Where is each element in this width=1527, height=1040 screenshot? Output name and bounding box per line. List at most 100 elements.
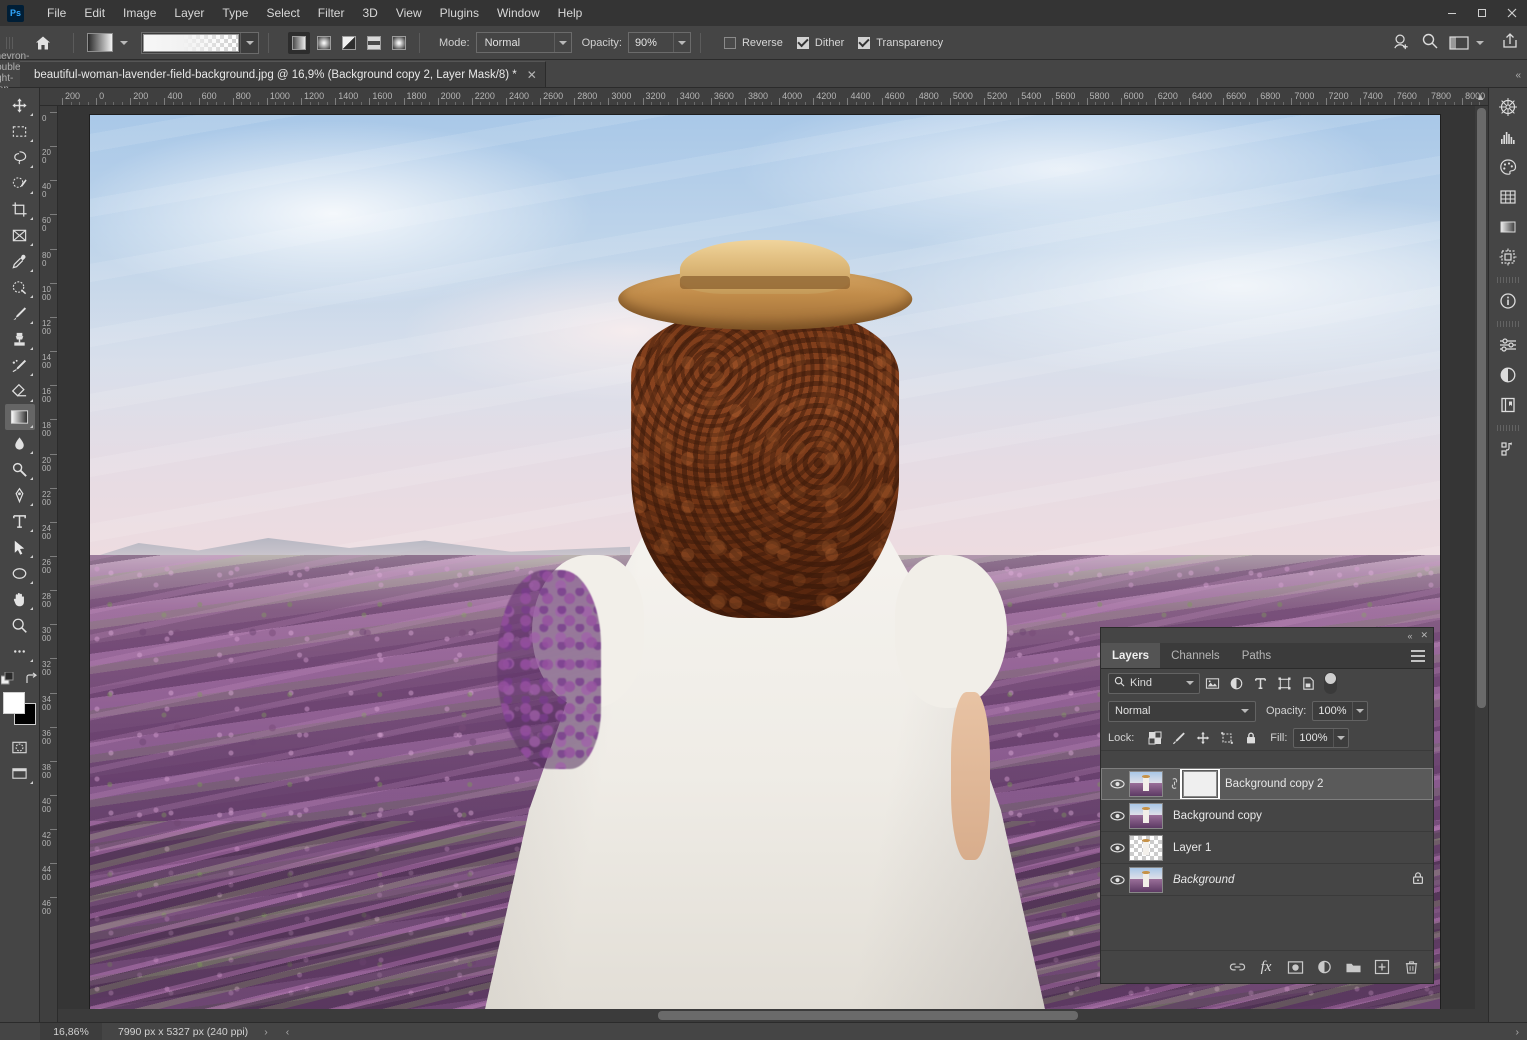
delete-layer-button[interactable] [1401,957,1421,977]
gradient-preview[interactable] [143,33,239,52]
color-swatches[interactable] [2,692,37,726]
layer-visibility-toggle[interactable] [1105,810,1129,822]
menu-file[interactable]: File [38,2,75,24]
vertical-ruler[interactable]: 0 200 400 600 800 1000 1200 1400 1600 1800 2000 220… [40,106,58,1022]
layer-mask-link-icon[interactable] [1168,777,1180,790]
search-icon[interactable] [1421,32,1439,53]
brush-tool[interactable] [5,300,35,326]
lock-artboard-nesting-icon[interactable] [1217,728,1236,747]
eyedropper-tool[interactable] [5,248,35,274]
spot-healing-brush-tool[interactable] [5,274,35,300]
menu-edit[interactable]: Edit [75,2,114,24]
reverse-checkbox[interactable]: Reverse [723,36,783,49]
actions-icon[interactable] [1492,434,1524,464]
chevron-down-icon[interactable] [1351,702,1367,720]
eraser-tool[interactable] [5,378,35,404]
new-layer-button[interactable] [1372,957,1392,977]
menu-type[interactable]: Type [213,2,257,24]
frame-tool[interactable] [5,222,35,248]
add-layer-mask-button[interactable] [1285,957,1305,977]
layer-name[interactable]: Background [1173,874,1412,886]
pixel-layer-filter-icon[interactable] [1200,671,1224,695]
screen-mode-button[interactable] [5,760,35,786]
new-group-button[interactable] [1343,957,1363,977]
panel-menu-icon[interactable] [1411,650,1425,665]
add-layer-style-button[interactable]: fx [1256,957,1276,977]
chevron-down-icon[interactable] [672,33,690,52]
lock-transparent-pixels-icon[interactable] [1145,728,1164,747]
table-row[interactable]: Background [1101,864,1433,896]
filter-enable-toggle[interactable] [1324,672,1337,694]
diamond-gradient-type-button[interactable] [388,32,410,54]
dither-checkbox-box[interactable] [796,36,809,49]
new-adjustment-layer-button[interactable] [1314,957,1334,977]
filter-kind-select[interactable]: Kind [1108,672,1200,694]
dither-checkbox[interactable]: Dither [796,36,844,49]
tab-layers[interactable]: Layers [1101,643,1161,668]
histogram-icon[interactable] [1492,122,1524,152]
layer-thumbnail[interactable] [1129,834,1163,861]
chevron-down-icon[interactable] [553,33,571,52]
table-row[interactable]: Layer 1 [1101,832,1433,864]
menu-image[interactable]: Image [114,2,165,24]
menu-help[interactable]: Help [549,2,592,24]
crop-tool[interactable] [5,196,35,222]
ellipse-tool[interactable] [5,560,35,586]
menu-window[interactable]: Window [488,2,549,24]
history-brush-tool[interactable] [5,352,35,378]
lasso-tool[interactable] [5,144,35,170]
chevron-down-icon[interactable] [1332,728,1348,747]
pen-tool[interactable] [5,482,35,508]
zoom-level[interactable]: 16,86% [40,1022,102,1040]
layer-visibility-toggle[interactable] [1105,842,1129,854]
zoom-tool[interactable] [5,612,35,638]
status-next-arrow[interactable]: › [1516,1026,1520,1038]
layer-opacity-input[interactable]: 100% [1312,701,1368,721]
menu-plugins[interactable]: Plugins [431,2,488,24]
layer-blend-mode-select[interactable]: Normal [1108,700,1256,722]
workspace-switcher[interactable] [1449,35,1491,51]
lock-position-icon[interactable] [1193,728,1212,747]
layer-fill-input[interactable]: 100% [1293,727,1349,748]
shapes-icon[interactable] [1492,242,1524,272]
opacity-input[interactable]: 90% [627,32,691,53]
swatches-palette-icon[interactable] [1492,152,1524,182]
lock-image-pixels-icon[interactable] [1169,728,1188,747]
transparency-checkbox[interactable]: Transparency [858,36,943,49]
layer-thumbnail[interactable] [1129,802,1163,829]
chevron-down-icon[interactable] [1241,709,1249,713]
lock-all-icon[interactable] [1241,728,1260,747]
angle-gradient-type-button[interactable] [338,32,360,54]
minimize-button[interactable] [1437,0,1467,26]
layer-name[interactable]: Background copy 2 [1225,778,1433,790]
type-layer-filter-icon[interactable] [1248,671,1272,695]
smart-object-filter-icon[interactable] [1296,671,1320,695]
quick-mask-button[interactable] [5,734,35,760]
close-icon[interactable]: ✕ [527,68,537,82]
close-button[interactable] [1497,0,1527,26]
foreground-color-swatch[interactable] [2,692,25,714]
vertical-scroll-thumb[interactable] [1477,108,1486,708]
status-prev-arrow[interactable]: ‹ [286,1026,290,1038]
grid-pattern-icon[interactable] [1492,182,1524,212]
libraries-icon[interactable] [1492,390,1524,420]
horizontal-type-tool[interactable] [5,508,35,534]
menu-select[interactable]: Select [257,2,308,24]
share-icon[interactable] [1501,32,1519,53]
horizontal-ruler[interactable]: ▲ 200 0 200 400 600 800 1000 1200 1400 1600 1800 20… [40,88,1488,106]
object-selection-tool[interactable] [5,170,35,196]
table-row[interactable]: Background copy [1101,800,1433,832]
options-bar-grip[interactable] [6,32,13,53]
layer-thumbnail[interactable] [1129,770,1163,797]
layer-name[interactable]: Background copy [1173,810,1433,822]
share-user-icon[interactable] [1392,32,1411,54]
reverse-checkbox-box[interactable] [723,36,736,49]
rectangular-marquee-tool[interactable] [5,118,35,144]
link-layers-button[interactable] [1227,957,1247,977]
dodge-tool[interactable] [5,456,35,482]
path-selection-tool[interactable] [5,534,35,560]
chevron-down-icon[interactable] [1476,40,1484,45]
collapse-panels-icon[interactable]: « [1515,70,1521,81]
half-circle-icon[interactable] [1492,360,1524,390]
color-wheel-icon[interactable] [1492,92,1524,122]
